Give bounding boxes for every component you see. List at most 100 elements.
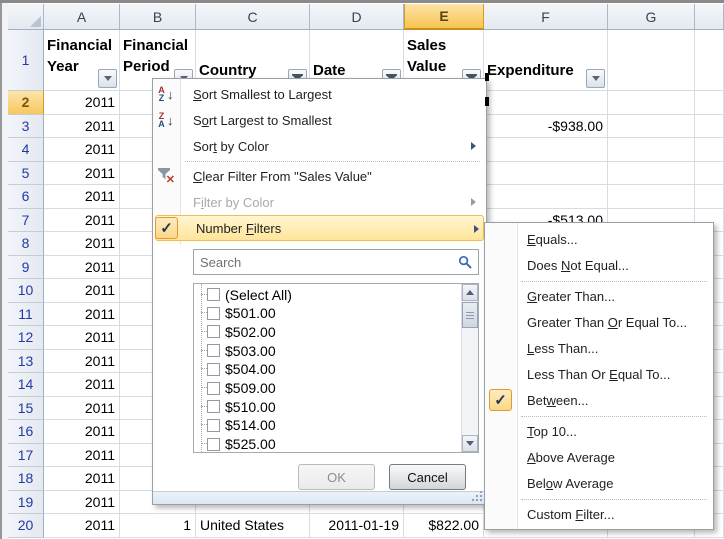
cell-A12[interactable]: 2011 <box>44 326 120 350</box>
list-item-503-00[interactable]: $503.00 <box>194 341 461 360</box>
checkbox-unchecked[interactable] <box>207 382 220 395</box>
cell-D20[interactable]: 2011-01-19 <box>310 514 404 538</box>
row-header-3[interactable]: 3 <box>8 115 44 139</box>
header-cell-X[interactable] <box>695 30 724 91</box>
cell-G3[interactable] <box>608 115 695 139</box>
cell-C20[interactable]: United States <box>196 514 310 538</box>
row-header-19[interactable]: 19 <box>8 491 44 515</box>
cell-A8[interactable]: 2011 <box>44 232 120 256</box>
row-header-17[interactable]: 17 <box>8 444 44 468</box>
list-item-select-all[interactable]: (Select All) <box>194 285 461 304</box>
row-header-11[interactable]: 11 <box>8 303 44 327</box>
column-header-B[interactable]: B <box>120 4 196 30</box>
menu-item-between[interactable]: Between... <box>485 387 713 413</box>
menu-item-below-average[interactable]: Below Average <box>485 470 713 496</box>
menu-item-sort-by-color[interactable]: Sort by Color <box>153 133 486 159</box>
list-item-509-00[interactable]: $509.00 <box>194 379 461 398</box>
select-all-corner[interactable] <box>8 4 44 30</box>
cell-A13[interactable]: 2011 <box>44 350 120 374</box>
menu-item-sort-largest-to-smallest[interactable]: Sort Largest to Smallest <box>153 107 486 133</box>
cell-G6[interactable] <box>608 185 695 209</box>
cell-A17[interactable]: 2011 <box>44 444 120 468</box>
cell-F2[interactable] <box>484 91 608 115</box>
search-input[interactable] <box>194 250 478 274</box>
column-header-F[interactable]: F <box>484 4 608 30</box>
menu-item-sort-smallest-to-largest[interactable]: Sort Smallest to Largest <box>153 81 486 107</box>
header-cell-F[interactable]: Expenditure <box>484 30 608 91</box>
cell-X4[interactable] <box>695 138 724 162</box>
search-box[interactable] <box>193 249 479 275</box>
menu-item-greater-than[interactable]: Greater Than... <box>485 283 713 309</box>
cell-A15[interactable]: 2011 <box>44 397 120 421</box>
row-header-10[interactable]: 10 <box>8 279 44 303</box>
row-header-18[interactable]: 18 <box>8 467 44 491</box>
list-item-525-00[interactable]: $525.00 <box>194 435 461 453</box>
row-header-2[interactable]: 2 <box>8 91 44 115</box>
checkbox-unchecked[interactable] <box>207 288 220 301</box>
filter-button-F[interactable] <box>586 69 605 88</box>
menu-resize-strip[interactable] <box>153 491 486 504</box>
menu-item-greater-than-or-equal-to[interactable]: Greater Than Or Equal To... <box>485 309 713 335</box>
list-item-501-00[interactable]: $501.00 <box>194 304 461 323</box>
cell-A6[interactable]: 2011 <box>44 185 120 209</box>
checkbox-unchecked[interactable] <box>207 325 220 338</box>
cell-A10[interactable]: 2011 <box>44 279 120 303</box>
menu-item-clear-filter-from-sales-value[interactable]: Clear Filter From "Sales Value" <box>153 163 486 189</box>
menu-item-less-than[interactable]: Less Than... <box>485 335 713 361</box>
row-header-15[interactable]: 15 <box>8 397 44 421</box>
cell-A9[interactable]: 2011 <box>44 256 120 280</box>
column-header-C[interactable]: C <box>196 4 310 30</box>
cell-X3[interactable] <box>695 115 724 139</box>
column-header-D[interactable]: D <box>310 4 404 30</box>
list-scrollbar[interactable] <box>461 284 478 452</box>
list-item-510-00[interactable]: $510.00 <box>194 397 461 416</box>
cell-A4[interactable]: 2011 <box>44 138 120 162</box>
cell-E20[interactable]: $822.00 <box>404 514 484 538</box>
cell-A3[interactable]: 2011 <box>44 115 120 139</box>
scroll-up-button[interactable] <box>462 284 478 301</box>
scroll-thumb[interactable] <box>462 302 478 328</box>
row-header-12[interactable]: 12 <box>8 326 44 350</box>
column-header-partial[interactable] <box>695 4 724 30</box>
cell-F4[interactable] <box>484 138 608 162</box>
cell-A5[interactable]: 2011 <box>44 162 120 186</box>
checkbox-unchecked[interactable] <box>207 344 220 357</box>
menu-item-equals[interactable]: Equals... <box>485 226 713 252</box>
row-header-7[interactable]: 7 <box>8 209 44 233</box>
list-item-514-00[interactable]: $514.00 <box>194 416 461 435</box>
column-header-E[interactable]: E <box>404 4 484 30</box>
checkbox-unchecked[interactable] <box>207 438 220 451</box>
cell-A18[interactable]: 2011 <box>44 467 120 491</box>
menu-item-top-10[interactable]: Top 10... <box>485 418 713 444</box>
checkbox-unchecked[interactable] <box>207 307 220 320</box>
row-header-9[interactable]: 9 <box>8 256 44 280</box>
column-header-G[interactable]: G <box>608 4 695 30</box>
cell-F5[interactable] <box>484 162 608 186</box>
ok-button[interactable]: OK <box>298 464 375 490</box>
checkbox-unchecked[interactable] <box>207 419 220 432</box>
checkbox-unchecked[interactable] <box>207 400 220 413</box>
menu-item-does-not-equal[interactable]: Does Not Equal... <box>485 252 713 278</box>
cell-X5[interactable] <box>695 162 724 186</box>
row-header-20[interactable]: 20 <box>8 514 44 538</box>
cell-X6[interactable] <box>695 185 724 209</box>
row-header-1[interactable]: 1 <box>8 30 44 91</box>
list-item-502-00[interactable]: $502.00 <box>194 322 461 341</box>
row-header-6[interactable]: 6 <box>8 185 44 209</box>
cell-A20[interactable]: 2011 <box>44 514 120 538</box>
row-header-4[interactable]: 4 <box>8 138 44 162</box>
cell-A14[interactable]: 2011 <box>44 373 120 397</box>
menu-item-custom-filter[interactable]: Custom Filter... <box>485 501 713 527</box>
cell-F3[interactable]: -$938.00 <box>484 115 608 139</box>
row-header-16[interactable]: 16 <box>8 420 44 444</box>
cell-G5[interactable] <box>608 162 695 186</box>
menu-item-above-average[interactable]: Above Average <box>485 444 713 470</box>
cell-F6[interactable] <box>484 185 608 209</box>
cell-X2[interactable] <box>695 91 724 115</box>
cell-A11[interactable]: 2011 <box>44 303 120 327</box>
menu-item-less-than-or-equal-to[interactable]: Less Than Or Equal To... <box>485 361 713 387</box>
cancel-button[interactable]: Cancel <box>389 464 466 490</box>
cell-B20[interactable]: 1 <box>120 514 196 538</box>
menu-item-number-filters[interactable]: Number Filters <box>155 215 484 241</box>
header-cell-A[interactable]: FinancialYear <box>44 30 120 91</box>
